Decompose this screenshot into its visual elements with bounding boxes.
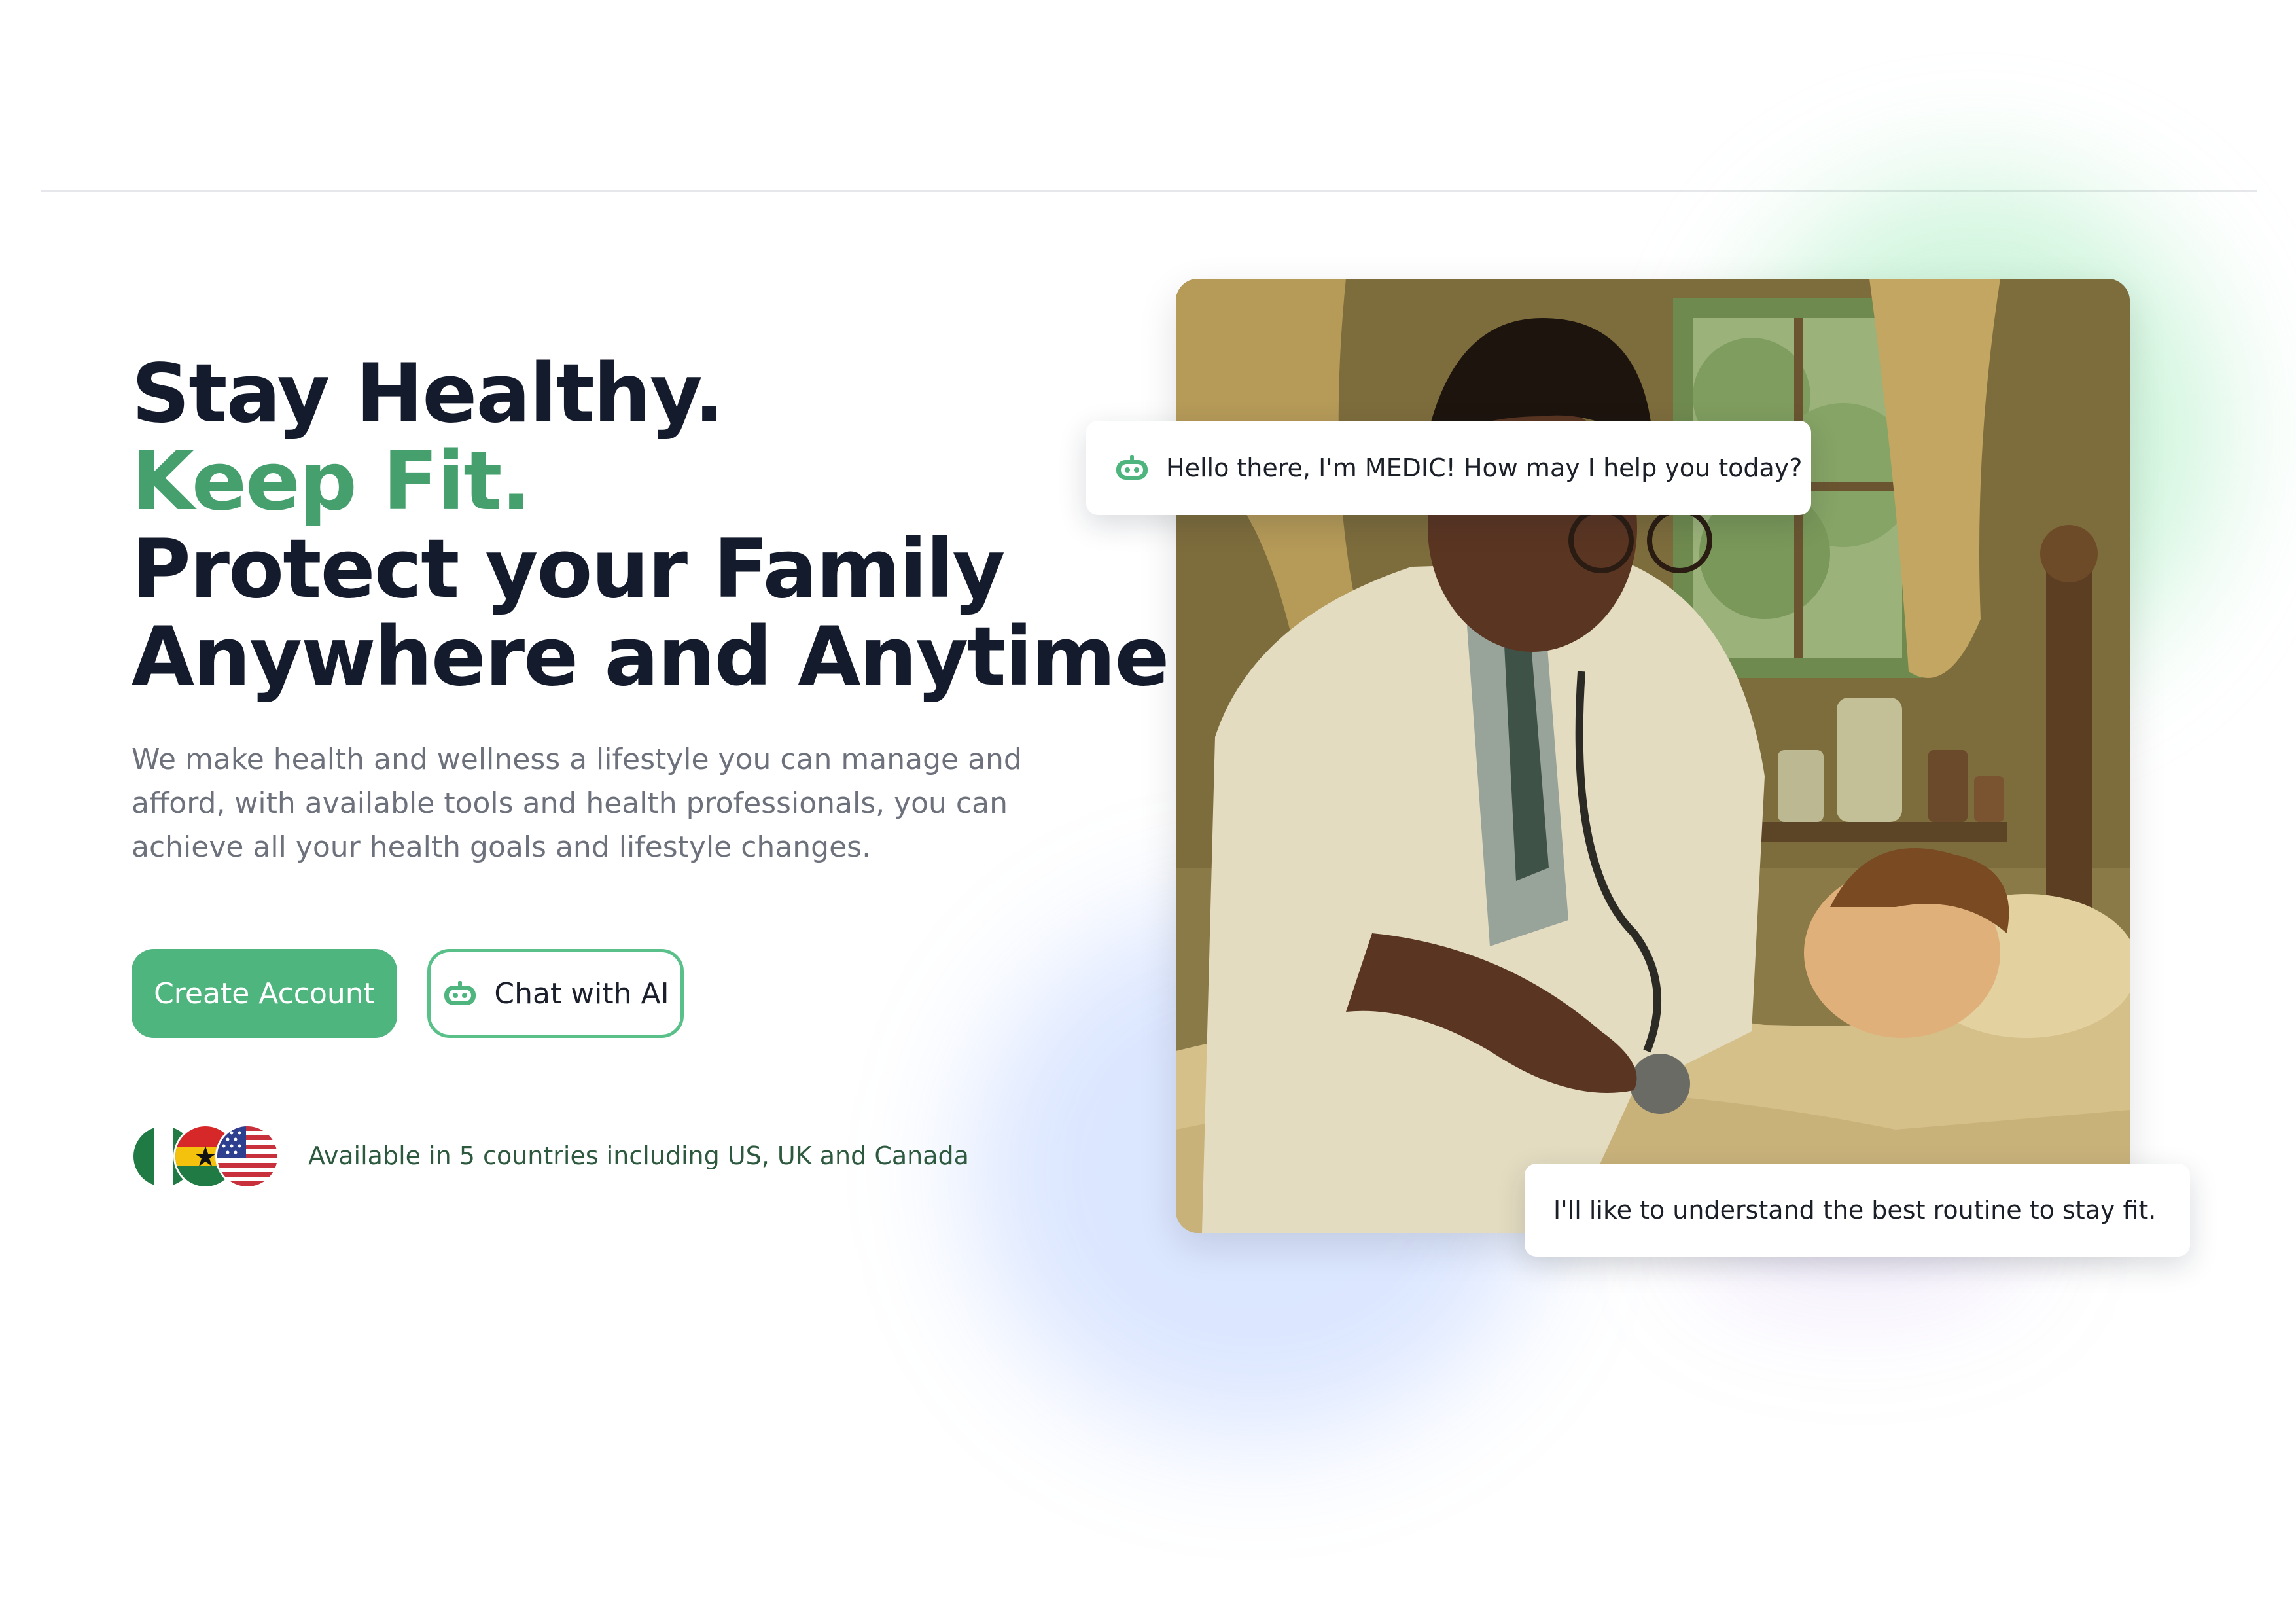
availability-text: Available in 5 countries including US, U… [308, 1141, 969, 1170]
headline-line-1: Stay Healthy. [132, 347, 725, 441]
create-account-label: Create Account [154, 976, 375, 1010]
landing-page: Stay Healthy. Keep Fit. Protect your Fam… [0, 0, 2296, 1623]
headline-line-4: Anywhere and Anytime [132, 610, 1169, 704]
country-flags [132, 1124, 282, 1188]
headline-line-3: Protect your Family [132, 522, 1005, 616]
ai-chat-bubble: Hello there, I'm MEDIC! How may I help y… [1086, 421, 1811, 515]
user-chat-bubble: I'll like to understand the best routine… [1525, 1164, 2190, 1257]
headline-line-2: Keep Fit. [132, 435, 532, 529]
chat-with-ai-button[interactable]: Chat with AI [427, 949, 684, 1038]
hero-actions: Create Account Chat with AI [132, 949, 684, 1038]
hero-headline: Stay Healthy. Keep Fit. Protect your Fam… [132, 347, 1169, 704]
bot-icon [442, 980, 478, 1007]
hero-description: We make health and wellness a lifestyle … [132, 743, 1022, 864]
ai-message-text: Hello there, I'm MEDIC! How may I help y… [1166, 454, 1803, 482]
usa-flag-icon [215, 1124, 279, 1188]
chat-with-ai-label: Chat with AI [494, 976, 669, 1010]
create-account-button[interactable]: Create Account [132, 949, 397, 1038]
availability-row: Available in 5 countries including US, U… [132, 1124, 969, 1188]
hero-section: Stay Healthy. Keep Fit. Protect your Fam… [132, 347, 1169, 869]
bot-icon [1114, 455, 1150, 481]
user-message-text: I'll like to understand the best routine… [1553, 1196, 2157, 1224]
